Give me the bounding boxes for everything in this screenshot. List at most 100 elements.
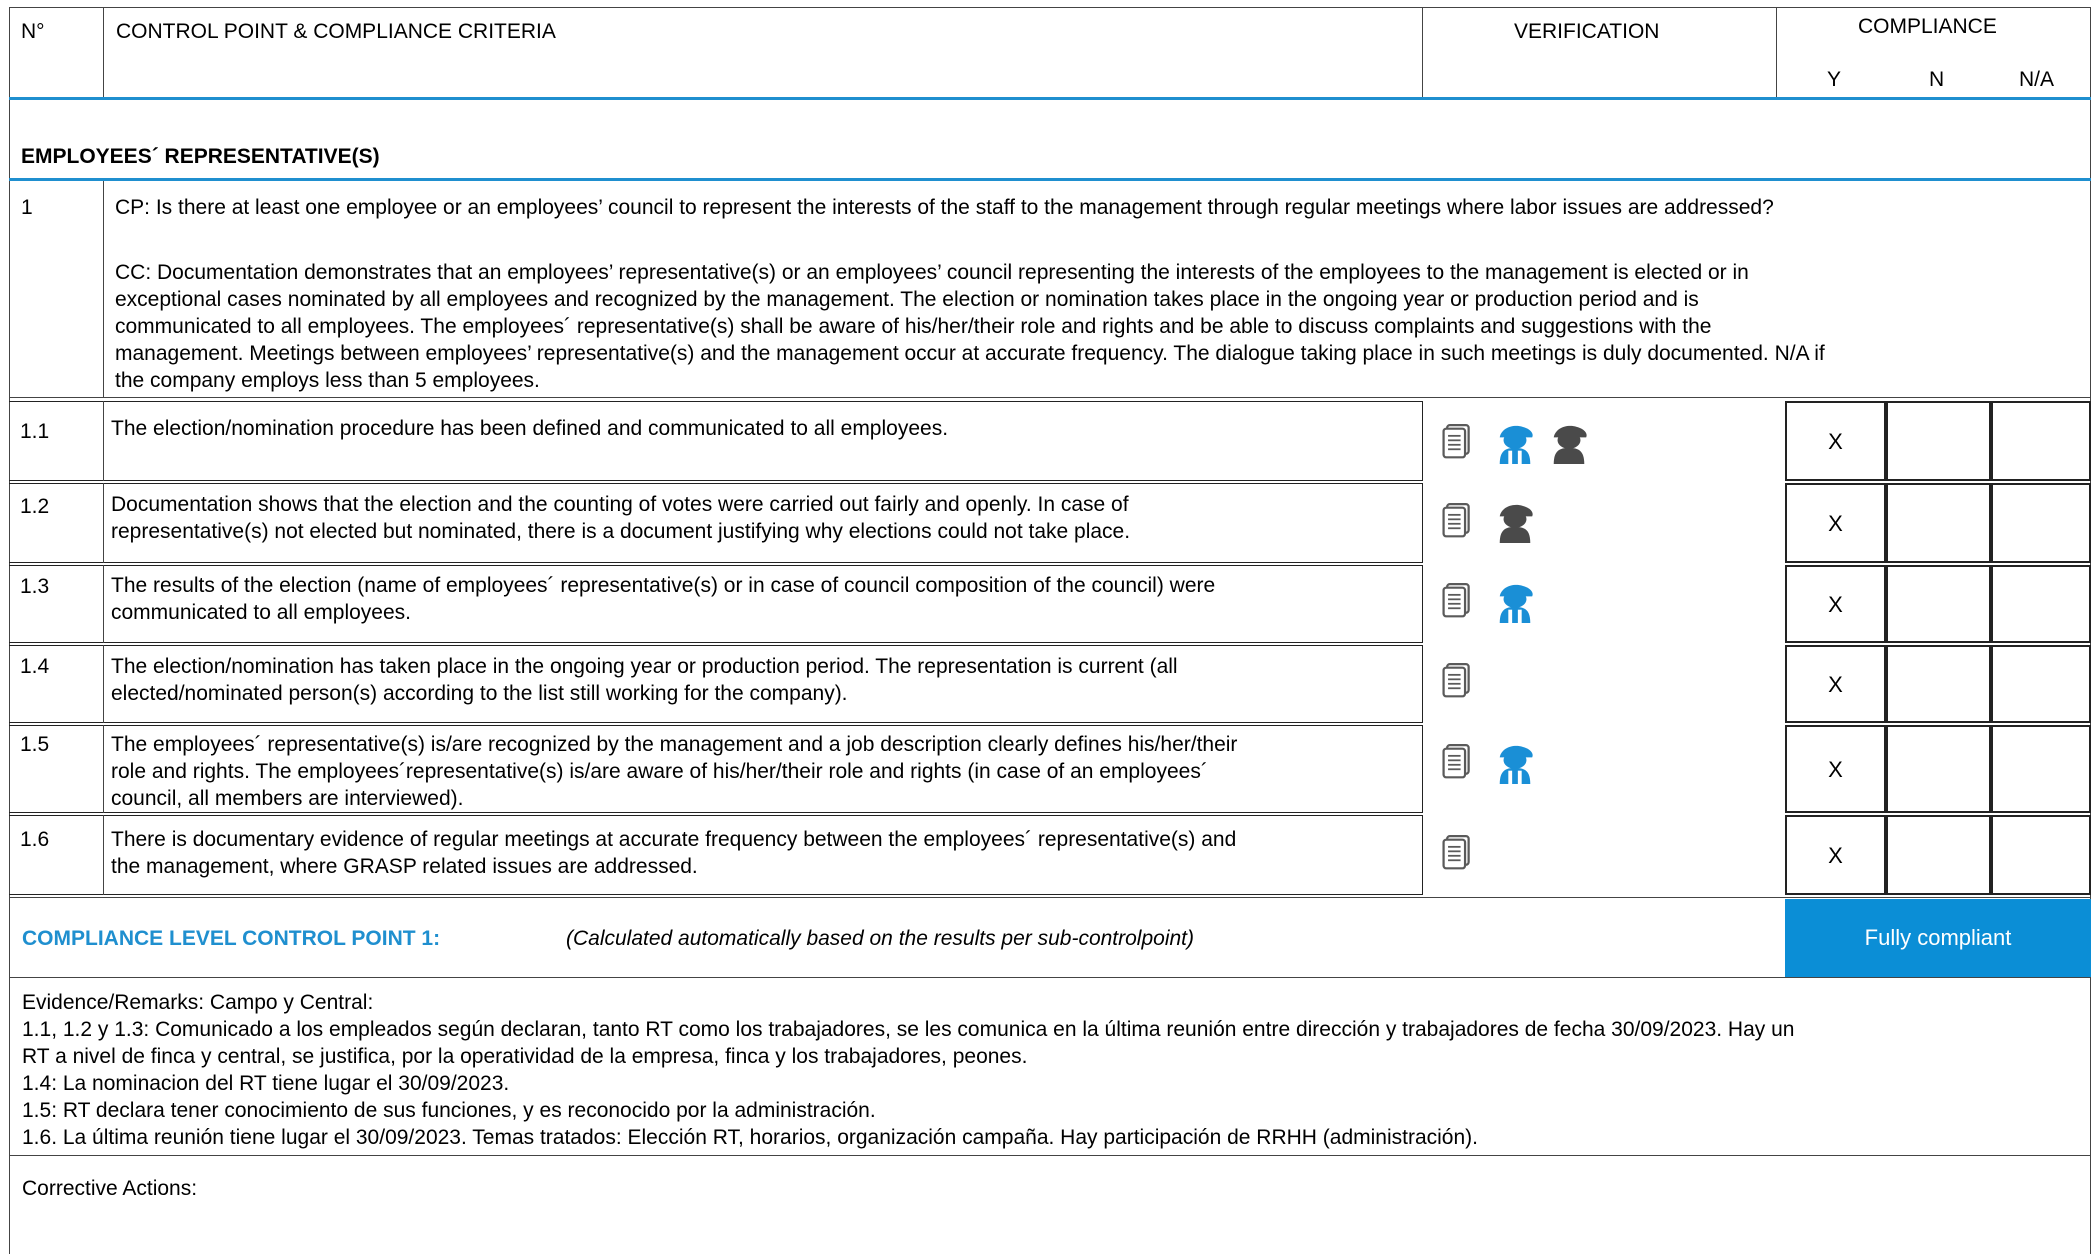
verification-icons [1440, 834, 1478, 878]
compliance-bottom-line [9, 977, 2091, 978]
verification-icons [1440, 581, 1533, 627]
evidence-line: 1.5: RT declara tener conocimiento de su… [22, 1099, 876, 1122]
evidence-remarks: Evidence/Remarks: Campo y Central: 1.1, … [22, 989, 1794, 1151]
header-compliance-n: N [1929, 68, 1945, 91]
evidence-line: 1.4: La nominacion del RT tiene lugar el… [22, 1072, 510, 1095]
header-underline [9, 97, 2091, 100]
row-number: 1.3 [20, 575, 50, 598]
worker-blue-icon [1494, 581, 1533, 627]
compliance-result-text: Fully compliant [1864, 925, 2012, 950]
corrective-actions-label: Corrective Actions: [22, 1177, 198, 1200]
document-icon [1440, 742, 1478, 788]
row-text-line: council, all members are interviewed). [111, 787, 464, 810]
row-text-line: The election/nomination has taken place … [111, 655, 1178, 678]
row-number-divider [103, 483, 104, 563]
compliance-result-badge: Fully compliant [1785, 899, 2091, 977]
row-text: The results of the election (name of emp… [111, 572, 1215, 626]
evidence-line: 1.1, 1.2 y 1.3: Comunicado a los emplead… [22, 1018, 1795, 1041]
header-compliance-y: Y [1827, 68, 1842, 91]
worker-gray-icon [1548, 422, 1587, 468]
compliance-na-cell[interactable] [1991, 645, 2091, 723]
header-no: N° [21, 20, 45, 43]
row-number-divider [103, 401, 104, 481]
compliance-mark: X [1828, 757, 1843, 782]
compliance-na-cell[interactable] [1991, 725, 2091, 813]
compliance-level-note: (Calculated automatically based on the r… [566, 927, 1195, 950]
row-number-divider [103, 815, 104, 895]
compliance-mark: X [1828, 511, 1843, 536]
compliance-n-cell[interactable] [1886, 645, 1991, 723]
row-text-line: communicated to all employees. [111, 601, 411, 624]
compliance-level-label: COMPLIANCE LEVEL CONTROL POINT 1: [22, 927, 441, 950]
cp-criteria-line: management. Meetings between employees’ … [115, 342, 1825, 365]
row-number: 1.6 [20, 828, 50, 851]
cp-divider [103, 181, 104, 397]
document-icon [1440, 501, 1478, 547]
header-divider-3 [1776, 7, 1777, 97]
compliance-mark: X [1828, 429, 1843, 454]
verification-icons [1440, 501, 1533, 547]
evidence-line: Evidence/Remarks: Campo y Central: [22, 991, 374, 1014]
compliance-n-cell[interactable] [1886, 815, 1991, 895]
compliance-top-line [9, 897, 2091, 898]
compliance-y-cell[interactable]: X [1785, 483, 1886, 563]
header-verification: VERIFICATION [1514, 20, 1660, 43]
row-text: The election/nomination has taken place … [111, 653, 1178, 707]
row-text: Documentation shows that the election an… [111, 491, 1130, 545]
compliance-na-cell[interactable] [1991, 483, 2091, 563]
verification-icons [1440, 742, 1533, 788]
verification-icons [1440, 662, 1478, 706]
cp-bottom-line [9, 397, 2091, 398]
row-text: There is documentary evidence of regular… [111, 826, 1236, 880]
cp-criteria-line: exceptional cases nominated by all emplo… [115, 288, 1699, 311]
cp-criteria: CC: Documentation demonstrates that an e… [115, 259, 1825, 394]
section-title: EMPLOYEES´ REPRESENTATIVE(S) [21, 145, 380, 168]
cp-question: CP: Is there at least one employee or an… [115, 196, 1774, 219]
compliance-y-cell[interactable]: X [1785, 401, 1886, 481]
compliance-na-cell[interactable] [1991, 815, 2091, 895]
compliance-mark: X [1828, 843, 1843, 868]
worker-blue-icon [1494, 422, 1533, 468]
row-text: The election/nomination procedure has be… [111, 415, 948, 442]
compliance-mark: X [1828, 592, 1843, 617]
document-icon [1440, 422, 1478, 468]
row-number: 1.4 [20, 655, 50, 678]
compliance-n-cell[interactable] [1886, 401, 1991, 481]
row-number: 1.5 [20, 733, 50, 756]
compliance-y-cell[interactable]: X [1785, 725, 1886, 813]
compliance-n-cell[interactable] [1886, 483, 1991, 563]
row-text-line: role and rights. The employees´represent… [111, 760, 1208, 783]
compliance-mark: X [1828, 672, 1843, 697]
compliance-na-cell[interactable] [1991, 401, 2091, 481]
row-text-line: the management, where GRASP related issu… [111, 855, 698, 878]
cp-number: 1 [21, 196, 33, 219]
compliance-n-cell[interactable] [1886, 565, 1991, 643]
document-icon [1440, 833, 1478, 879]
verification-icons [1440, 422, 1587, 468]
header-compliance: COMPLIANCE [1858, 15, 1997, 38]
worker-gray-icon [1494, 501, 1533, 547]
compliance-y-cell[interactable]: X [1785, 815, 1886, 895]
row-text-line: Documentation shows that the election an… [111, 493, 1129, 516]
section-underline [9, 178, 2091, 181]
evidence-line: RT a nivel de finca y central, se justif… [22, 1045, 1028, 1068]
row-text-line: There is documentary evidence of regular… [111, 828, 1237, 851]
cp-criteria-line: the company employs less than 5 employee… [115, 369, 540, 392]
row-text: The employees´ representative(s) is/are … [111, 731, 1237, 812]
compliance-na-cell[interactable] [1991, 565, 2091, 643]
cp-criteria-line: CC: Documentation demonstrates that an e… [115, 261, 1749, 284]
evidence-bottom-line [9, 1155, 2091, 1156]
row-text-line: representative(s) not elected but nomina… [111, 520, 1131, 543]
document-icon [1440, 661, 1478, 707]
compliance-y-cell[interactable]: X [1785, 645, 1886, 723]
row-number: 1.1 [20, 420, 50, 443]
evidence-line: 1.6. La última reunión tiene lugar el 30… [22, 1126, 1478, 1149]
header-divider-1 [103, 7, 104, 97]
row-number-divider [103, 725, 104, 813]
worker-blue-icon [1494, 742, 1533, 788]
compliance-y-cell[interactable]: X [1785, 565, 1886, 643]
row-number: 1.2 [20, 495, 50, 518]
row-text-line: The employees´ representative(s) is/are … [111, 733, 1238, 756]
row-text-line: elected/nominated person(s) according to… [111, 682, 848, 705]
compliance-n-cell[interactable] [1886, 725, 1991, 813]
